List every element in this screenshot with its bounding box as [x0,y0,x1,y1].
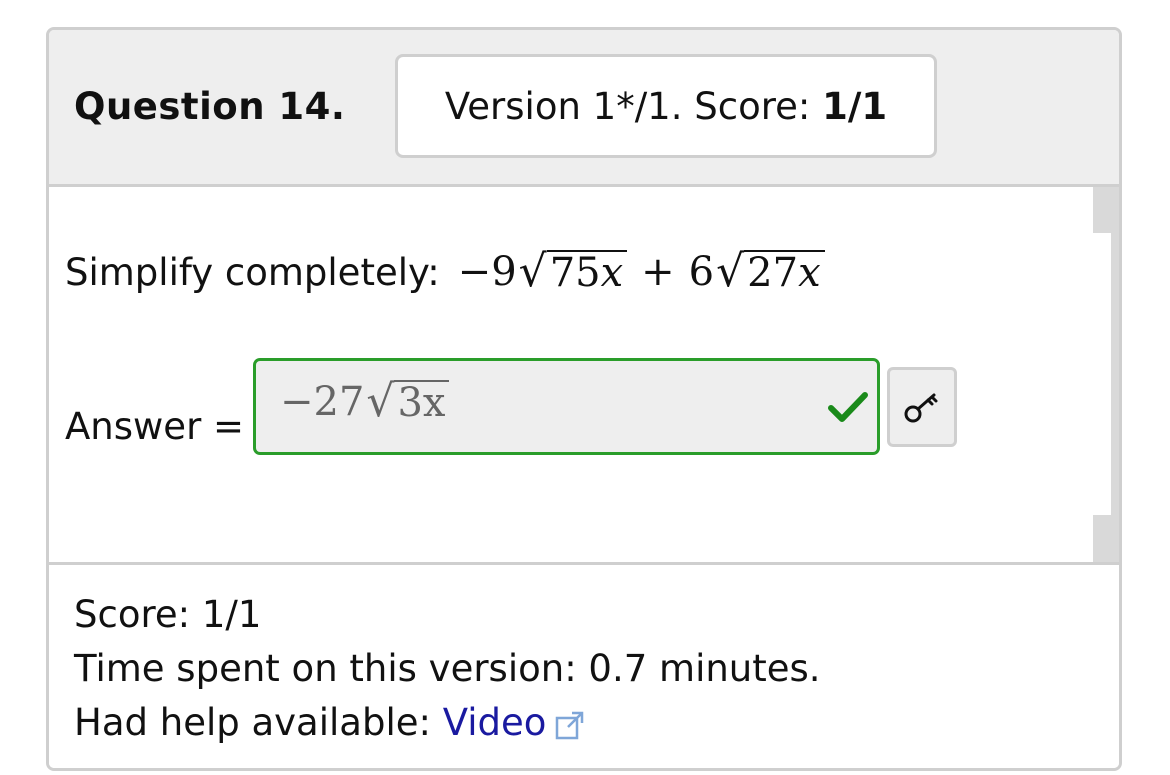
help-available-line: Had help available: Video [74,701,586,744]
problem-statement: Simplify completely: −9 √ 75x + 6 √ 27x [65,249,825,295]
question-header: Question 14. Version 1*/1. Score: 1/1 [49,30,1119,187]
answer-coefficient: −27 [280,379,365,425]
radicand-1-number: 75 [549,250,601,296]
radical-sign-icon: √ [716,246,745,297]
time-spent-line: Time spent on this version: 0.7 minutes. [74,647,821,690]
answer-input[interactable]: −27 √ 3x [253,358,880,455]
answer-value: −27 √ 3x [280,376,450,427]
answer-radical: √ 3x [366,376,450,427]
question-body: Simplify completely: −9 √ 75x + 6 √ 27x … [49,187,1119,562]
answer-label: Answer = [65,405,245,448]
problem-expression: −9 √ 75x + 6 √ 27x [458,249,825,295]
version-score: 1/1 [822,84,888,128]
external-link-icon[interactable] [554,709,586,741]
answer-radicand-number: 3 [397,380,423,426]
prompt-text: Simplify completely: [65,250,440,294]
answer-radicand-variable: x [422,380,446,426]
radicand-1-variable: x [600,250,624,296]
radicand-2-number: 27 [747,250,799,296]
show-answer-key-button[interactable] [887,367,957,447]
radicand-2-variable: x [798,250,821,296]
question-title: Question 14. [74,85,346,128]
radical-2: √ 27x [716,250,825,294]
key-icon [904,393,938,423]
term2-coefficient: 6 [688,249,715,295]
score-footer: Score: 1/1 Time spent on this version: 0… [49,562,1119,768]
help-label: Had help available: [74,701,443,744]
radical-sign-icon: √ [518,246,547,297]
term1-coefficient: −9 [457,249,517,295]
radical-sign-icon: √ [366,376,395,427]
question-card: Question 14. Version 1*/1. Score: 1/1 Si… [46,27,1122,771]
version-text: Version 1*/1. Score: [444,84,823,128]
score-line: Score: 1/1 [74,593,262,636]
checkmark-icon [828,392,868,422]
operator-plus: + [641,249,675,295]
version-selector[interactable]: Version 1*/1. Score: 1/1 [395,54,937,158]
video-help-link[interactable]: Video [443,701,547,744]
radical-1: √ 75x [519,250,628,294]
scrollbar[interactable] [1093,187,1119,562]
